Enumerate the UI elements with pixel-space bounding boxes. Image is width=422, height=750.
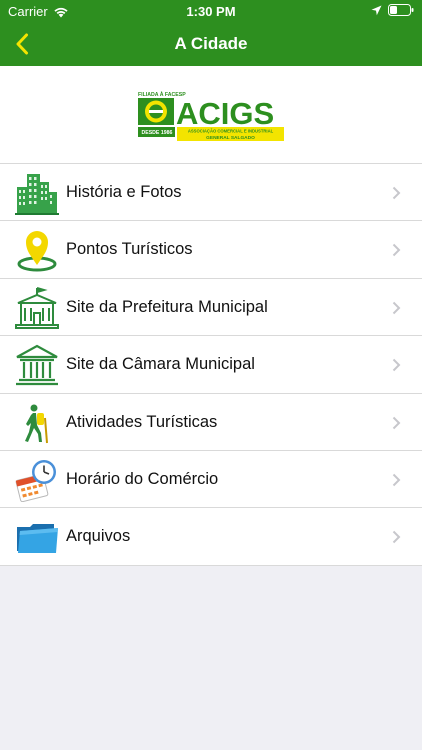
menu-item-horario[interactable]: Horário do Comércio [0, 451, 422, 509]
chevron-right-icon [392, 416, 401, 429]
chevron-right-icon [392, 531, 401, 544]
columns-building-icon [14, 343, 60, 387]
chevron-right-icon [392, 244, 401, 257]
back-button[interactable] [6, 28, 38, 60]
menu-item-label: Site da Prefeitura Municipal [66, 297, 268, 316]
menu-item-pontos-turisticos[interactable]: Pontos Turísticos [0, 221, 422, 279]
svg-text:ACIGS: ACIGS [176, 96, 274, 131]
acigs-logo: FILIADA À FACESP ACIGS DESDE 1986 ASSOCI… [138, 91, 284, 141]
status-bar: Carrier 1:30 PM [0, 0, 422, 22]
carrier-label: Carrier [8, 4, 48, 19]
city-hall-icon [14, 286, 60, 330]
menu-item-arquivos[interactable]: Arquivos [0, 508, 422, 566]
menu-item-label: Horário do Comércio [66, 469, 219, 488]
svg-text:DESDE 1986: DESDE 1986 [142, 130, 173, 136]
clock-calendar-icon [14, 458, 60, 503]
location-arrow-icon [371, 5, 382, 15]
svg-text:GENERAL SALGADO: GENERAL SALGADO [206, 135, 255, 141]
menu-item-historia-fotos[interactable]: História e Fotos [0, 164, 422, 222]
city-buildings-icon [14, 171, 60, 215]
logo-header: FILIADA À FACESP ACIGS DESDE 1986 ASSOCI… [0, 66, 422, 164]
wifi-icon [54, 7, 68, 17]
menu-item-label: História e Fotos [66, 183, 182, 201]
menu-item-prefeitura[interactable]: Site da Prefeitura Municipal [0, 279, 422, 337]
menu-item-label: Site da Câmara Municipal [66, 355, 255, 374]
menu-list: História e Fotos Pontos Turísticos Site [0, 164, 422, 566]
chevron-right-icon [392, 358, 401, 372]
menu-item-atividades[interactable]: Atividades Turísticas [0, 394, 422, 451]
map-pin-icon [14, 228, 60, 272]
svg-text:ASSOCIAÇÃO COMERCIAL E INDUSTR: ASSOCIAÇÃO COMERCIAL E INDUSTRIAL [188, 128, 274, 133]
menu-item-label: Pontos Turísticos [66, 240, 193, 259]
chevron-right-icon [392, 186, 401, 200]
menu-item-camara[interactable]: Site da Câmara Municipal [0, 336, 422, 394]
folder-icon [14, 515, 60, 559]
chevron-right-icon [392, 301, 401, 314]
page-title: A Cidade [174, 34, 248, 53]
carrier-indicator: Carrier [8, 4, 69, 19]
battery-icon [388, 4, 414, 16]
hiker-icon [14, 401, 60, 445]
navigation-bar: A Cidade [0, 22, 422, 66]
chevron-right-icon [392, 473, 401, 487]
menu-item-label: Arquivos [66, 527, 131, 546]
status-right-icons [371, 4, 414, 16]
menu-item-label: Atividades Turísticas [66, 412, 218, 431]
chevron-left-icon [16, 33, 28, 55]
